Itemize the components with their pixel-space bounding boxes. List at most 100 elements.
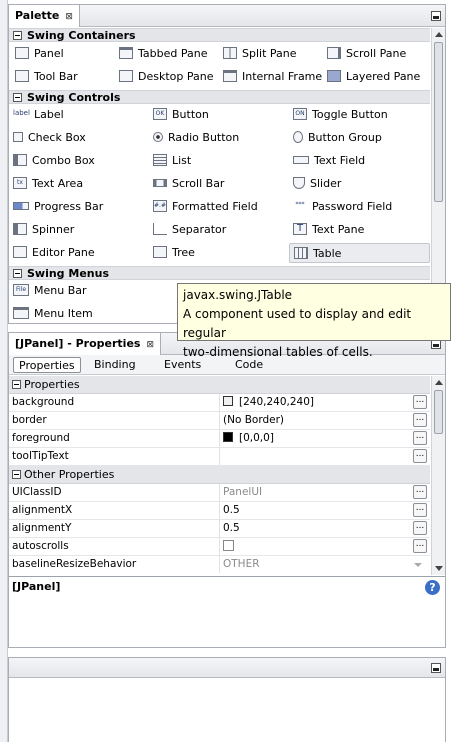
- property-name: alignmentX: [12, 504, 73, 516]
- help-icon[interactable]: ?: [425, 580, 440, 595]
- palette-item-label: Separator: [172, 223, 227, 236]
- ellipsis-button[interactable]: ...: [413, 431, 427, 445]
- ellipsis-button[interactable]: ...: [413, 521, 427, 535]
- properties-scroll-thumb[interactable]: [434, 390, 443, 434]
- palette-scroll-thumb[interactable]: [434, 42, 443, 202]
- property-value[interactable]: [240,240,240]: [223, 394, 413, 411]
- palette-scrollbar[interactable]: [431, 28, 445, 323]
- property-row-foreground[interactable]: foreground [0,0,0] ...: [9, 430, 430, 448]
- property-name: alignmentY: [12, 522, 72, 534]
- layered-pane-icon: [327, 70, 341, 82]
- palette-window: Palette ⊠ Swing Containers Panel Tabbed P…: [8, 4, 446, 324]
- close-icon[interactable]: ⊠: [65, 12, 73, 22]
- palette-item-text-pane[interactable]: T Text Pane: [293, 220, 364, 240]
- palette-item-formatted-field[interactable]: #.# Formatted Field: [153, 197, 258, 217]
- description-title: [JPanel]: [12, 580, 61, 593]
- palette-item-list[interactable]: List: [153, 151, 191, 171]
- property-value[interactable]: 0.5: [223, 520, 413, 537]
- tab-properties[interactable]: Properties: [13, 357, 81, 373]
- palette-item-toggle-button[interactable]: ON Toggle Button: [293, 105, 388, 125]
- palette-item-button-group[interactable]: Button Group: [293, 128, 382, 148]
- property-row-alignmentx[interactable]: alignmentX 0.5 ...: [9, 502, 430, 520]
- properties-tab[interactable]: [JPanel] - Properties ⊠: [9, 333, 162, 355]
- section-properties[interactable]: Properties: [9, 376, 430, 394]
- ellipsis-button[interactable]: ...: [413, 503, 427, 517]
- palette-item-scroll-bar[interactable]: Scroll Bar: [153, 174, 224, 194]
- palette-item-label: Editor Pane: [32, 246, 95, 259]
- scroll-up-icon[interactable]: [435, 380, 443, 385]
- palette-item-tool-bar[interactable]: Tool Bar: [15, 67, 78, 87]
- chevron-down-icon[interactable]: [414, 563, 422, 567]
- section-other-properties[interactable]: Other Properties: [9, 466, 430, 484]
- property-row-uiclassid[interactable]: UIClassID PanelUI ...: [9, 484, 430, 502]
- palette-item-menu-item[interactable]: Menu Item: [13, 304, 93, 324]
- palette-item-label: Combo Box: [32, 154, 95, 167]
- property-value[interactable]: [223, 538, 413, 555]
- property-row-tooltiptext[interactable]: toolTipText ...: [9, 448, 430, 466]
- palette-item-progress-bar[interactable]: Progress Bar: [13, 197, 103, 217]
- property-value[interactable]: OTHER: [223, 556, 413, 573]
- collapse-icon[interactable]: [13, 31, 22, 40]
- tooltip-description-line: A component used to display and edit reg…: [183, 307, 412, 340]
- property-row-alignmenty[interactable]: alignmentY 0.5 ...: [9, 520, 430, 538]
- category-swing-menus[interactable]: Swing Menus: [9, 266, 430, 280]
- split-pane-icon: [223, 47, 237, 59]
- category-label: Swing Menus: [27, 267, 110, 280]
- palette-item-layered-pane[interactable]: Layered Pane: [327, 67, 420, 87]
- close-icon[interactable]: ⊠: [146, 340, 154, 350]
- property-value[interactable]: [0,0,0]: [223, 430, 413, 447]
- desktop-pane-icon: [119, 70, 133, 82]
- ellipsis-button[interactable]: ...: [413, 413, 427, 427]
- category-swing-controls[interactable]: Swing Controls: [9, 90, 430, 104]
- ellipsis-button[interactable]: ...: [413, 395, 427, 409]
- autoscrolls-checkbox[interactable]: [223, 539, 234, 551]
- ellipsis-button[interactable]: ...: [413, 449, 427, 463]
- palette-item-text-area[interactable]: tx Text Area: [13, 174, 83, 194]
- palette-tab[interactable]: Palette ⊠: [9, 5, 80, 27]
- palette-item-label-component[interactable]: label Label: [13, 105, 64, 125]
- ellipsis-button[interactable]: ...: [413, 485, 427, 499]
- property-row-background[interactable]: background [240,240,240] ...: [9, 394, 430, 412]
- palette-item-menu-bar[interactable]: File Menu Bar: [13, 281, 87, 301]
- minimize-icon[interactable]: [431, 663, 441, 673]
- palette-item-table[interactable]: Table: [289, 243, 430, 263]
- palette-item-password-field[interactable]: *** Password Field: [293, 197, 393, 217]
- palette-item-combo-box[interactable]: Combo Box: [13, 151, 95, 171]
- ellipsis-button[interactable]: ...: [413, 539, 427, 553]
- palette-item-panel[interactable]: Panel: [15, 44, 64, 64]
- palette-item-scroll-pane[interactable]: Scroll Pane: [327, 44, 406, 64]
- editor-pane-icon: [13, 246, 27, 258]
- palette-item-separator[interactable]: Separator: [153, 220, 226, 240]
- palette-item-split-pane[interactable]: Split Pane: [223, 44, 297, 64]
- property-value[interactable]: (No Border): [223, 412, 413, 429]
- tab-binding[interactable]: Binding: [89, 357, 141, 373]
- palette-item-slider[interactable]: Slider: [293, 174, 341, 194]
- collapse-icon[interactable]: [12, 470, 21, 479]
- palette-item-tabbed-pane[interactable]: Tabbed Pane: [119, 44, 207, 64]
- property-row-border[interactable]: border (No Border) ...: [9, 412, 430, 430]
- property-value: PanelUI: [223, 486, 263, 498]
- palette-item-text-field[interactable]: Text Field: [293, 151, 365, 171]
- palette-item-radio-button[interactable]: Radio Button: [153, 128, 239, 148]
- scroll-pane-icon: [327, 47, 341, 59]
- palette-item-check-box[interactable]: Check Box: [13, 128, 86, 148]
- color-swatch: [223, 432, 233, 442]
- property-row-baselineresizebehavior[interactable]: baselineResizeBehavior OTHER: [9, 556, 430, 574]
- minimize-icon[interactable]: [431, 11, 441, 21]
- scroll-down-icon[interactable]: [435, 566, 443, 571]
- property-row-autoscrolls[interactable]: autoscrolls ...: [9, 538, 430, 556]
- property-value[interactable]: 0.5: [223, 502, 413, 519]
- palette-item-editor-pane[interactable]: Editor Pane: [13, 243, 95, 263]
- palette-item-tree[interactable]: Tree: [153, 243, 195, 263]
- category-swing-containers[interactable]: Swing Containers: [9, 28, 430, 42]
- collapse-icon[interactable]: [13, 269, 22, 278]
- collapse-icon[interactable]: [13, 93, 22, 102]
- scroll-up-icon[interactable]: [435, 32, 443, 37]
- palette-item-spinner[interactable]: Spinner: [13, 220, 74, 240]
- palette-item-desktop-pane[interactable]: Desktop Pane: [119, 67, 213, 87]
- palette-item-internal-frame[interactable]: Internal Frame: [223, 67, 322, 87]
- collapse-icon[interactable]: [12, 380, 21, 389]
- palette-item-button[interactable]: OK Button: [153, 105, 209, 125]
- properties-scrollbar[interactable]: [431, 376, 445, 575]
- palette-item-label: Password Field: [312, 200, 393, 213]
